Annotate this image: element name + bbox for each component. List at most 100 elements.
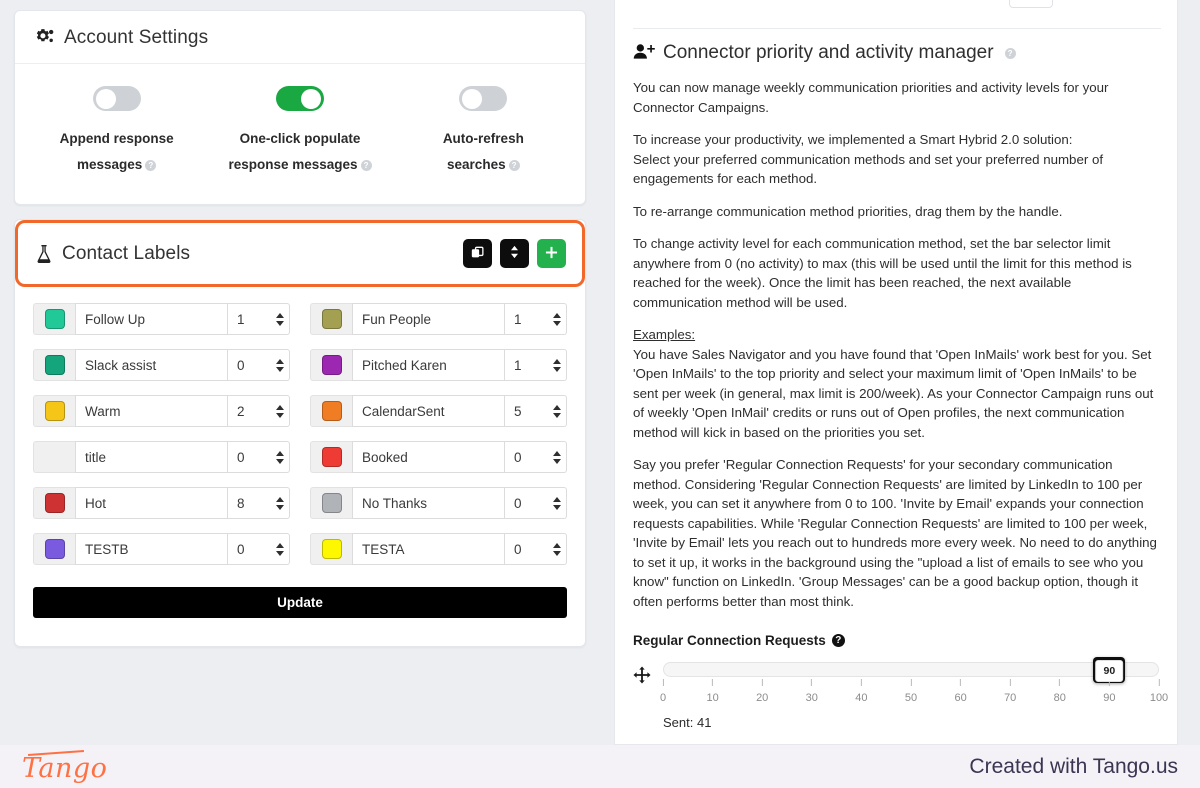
label-count-stepper[interactable]: 8 (228, 487, 290, 519)
label-color-picker[interactable] (310, 533, 352, 565)
stepper-arrows-icon[interactable] (276, 496, 284, 510)
stepper-arrows-icon[interactable] (276, 450, 284, 464)
help-circle-icon[interactable]: ? (508, 160, 520, 171)
slider-track[interactable] (663, 657, 1159, 683)
label-name-input[interactable]: Follow Up (75, 303, 228, 335)
label-count-value: 0 (514, 449, 522, 465)
label-count-stepper[interactable]: 1 (505, 349, 567, 381)
help-circle-icon[interactable]: ? (1004, 47, 1016, 59)
stepper-arrows-icon[interactable] (276, 358, 284, 372)
contact-labels-title: Contact Labels (62, 242, 191, 264)
label-name-input[interactable]: title (75, 441, 228, 473)
label-row: TESTB 0 (33, 533, 290, 565)
label-color-picker[interactable] (33, 441, 75, 473)
stepper-arrows-icon[interactable] (553, 404, 561, 418)
stepper-arrows-icon[interactable] (276, 404, 284, 418)
label-count-value: 0 (237, 541, 245, 557)
stepper-arrows-icon[interactable] (553, 312, 561, 326)
slider-tick: 80 (1054, 679, 1066, 706)
stepper-arrows-icon[interactable] (276, 312, 284, 326)
account-settings-title: Account Settings (64, 27, 209, 48)
connector-panel-body: Connector priority and activity manager … (615, 0, 1177, 744)
duplicate-button[interactable] (463, 239, 492, 268)
toggle-knob (95, 88, 116, 109)
add-label-button[interactable] (537, 239, 566, 268)
label-color-picker[interactable] (310, 303, 352, 335)
contact-labels-actions (463, 239, 566, 268)
panel-top-button[interactable] (1009, 0, 1053, 8)
label-count-stepper[interactable]: 1 (505, 303, 567, 335)
label-count-value: 1 (514, 311, 522, 327)
label-count-stepper[interactable]: 0 (505, 441, 567, 473)
slider-tick: 50 (905, 679, 917, 706)
label-count-value: 0 (514, 541, 522, 557)
help-circle-icon[interactable]: ? (360, 160, 372, 171)
label-count-stepper[interactable]: 0 (228, 533, 290, 565)
paragraph-smart-hybrid: To increase your productivity, we implem… (633, 132, 1104, 186)
label-count-value: 0 (237, 357, 245, 373)
label-color-picker[interactable] (310, 395, 352, 427)
slider-tick-label: 20 (756, 692, 769, 704)
slider-tick-label: 80 (1053, 692, 1066, 704)
label-name-input[interactable]: Slack assist (75, 349, 228, 381)
label-row: Hot 8 (33, 487, 290, 519)
label-count-value: 1 (237, 311, 245, 327)
label-color-picker[interactable] (33, 533, 75, 565)
slider-tick-label: 40 (855, 692, 868, 704)
label-color-picker[interactable] (310, 487, 352, 519)
stepper-arrows-icon[interactable] (553, 358, 561, 372)
toggle-switch-append-response[interactable] (92, 86, 141, 111)
label-name-input[interactable]: CalendarSent (352, 395, 505, 427)
label-count-stepper[interactable]: 0 (228, 441, 290, 473)
label-color-swatch (44, 309, 65, 329)
slider-tick: 0 (660, 679, 666, 706)
label-color-picker[interactable] (310, 441, 352, 473)
slider-tick-label: 70 (1004, 692, 1017, 704)
label-name-input[interactable]: Pitched Karen (352, 349, 505, 381)
label-name-input[interactable]: Warm (75, 395, 228, 427)
label-count-stepper[interactable]: 5 (505, 395, 567, 427)
sort-button[interactable] (500, 239, 529, 268)
label-color-picker[interactable] (33, 303, 75, 335)
label-count-stepper[interactable]: 0 (505, 487, 567, 519)
label-row: title 0 (33, 441, 290, 473)
label-name-input[interactable]: Fun People (352, 303, 505, 335)
toggle-switch-auto-refresh[interactable] (459, 86, 508, 111)
stepper-arrows-icon[interactable] (276, 542, 284, 556)
copy-icon (471, 246, 484, 262)
contact-labels-left-column: Follow Up 1 Slack assist 0 Warm 2 title 0 Hot 8 TE… (33, 303, 290, 579)
label-color-swatch (321, 355, 342, 375)
label-count-stepper[interactable]: 0 (505, 533, 567, 565)
stepper-arrows-icon[interactable] (553, 542, 561, 556)
toggle-label-line1: Append response (59, 131, 174, 146)
toggle-knob (462, 88, 483, 109)
label-color-picker[interactable] (33, 349, 75, 381)
slider-tick: 30 (806, 679, 818, 706)
label-count-stepper[interactable]: 0 (228, 349, 290, 381)
label-count-stepper[interactable]: 1 (228, 303, 290, 335)
label-color-picker[interactable] (33, 395, 75, 427)
label-count-stepper[interactable]: 2 (228, 395, 290, 427)
label-name-input[interactable]: No Thanks (352, 487, 505, 519)
label-color-picker[interactable] (33, 487, 75, 519)
stepper-arrows-icon[interactable] (553, 496, 561, 510)
label-name-input[interactable]: Booked (352, 441, 505, 473)
toggle-switch-one-click-populate[interactable] (275, 86, 324, 111)
help-circle-icon[interactable]: ? (145, 160, 157, 171)
contact-labels-list: Follow Up 1 Slack assist 0 Warm 2 title 0 Hot 8 TE… (15, 287, 585, 579)
label-name-input[interactable]: TESTA (352, 533, 505, 565)
label-name-input[interactable]: TESTB (75, 533, 228, 565)
help-circle-icon[interactable]: ? (831, 634, 845, 647)
created-with-tango-text: Created with Tango.us (969, 754, 1178, 778)
label-color-picker[interactable] (310, 349, 352, 381)
label-color-swatch (321, 309, 342, 329)
slider-tick-label: 0 (659, 692, 667, 704)
stepper-arrows-icon[interactable] (553, 450, 561, 464)
update-button[interactable]: Update (33, 587, 567, 618)
slider-tick: 10 (706, 679, 719, 706)
label-row: Fun People 1 (310, 303, 567, 335)
move-icon[interactable] (633, 666, 651, 684)
account-settings-card: Account Settings Append response message… (14, 10, 586, 205)
toggle-label-line2: searches (447, 157, 506, 172)
label-name-input[interactable]: Hot (75, 487, 228, 519)
